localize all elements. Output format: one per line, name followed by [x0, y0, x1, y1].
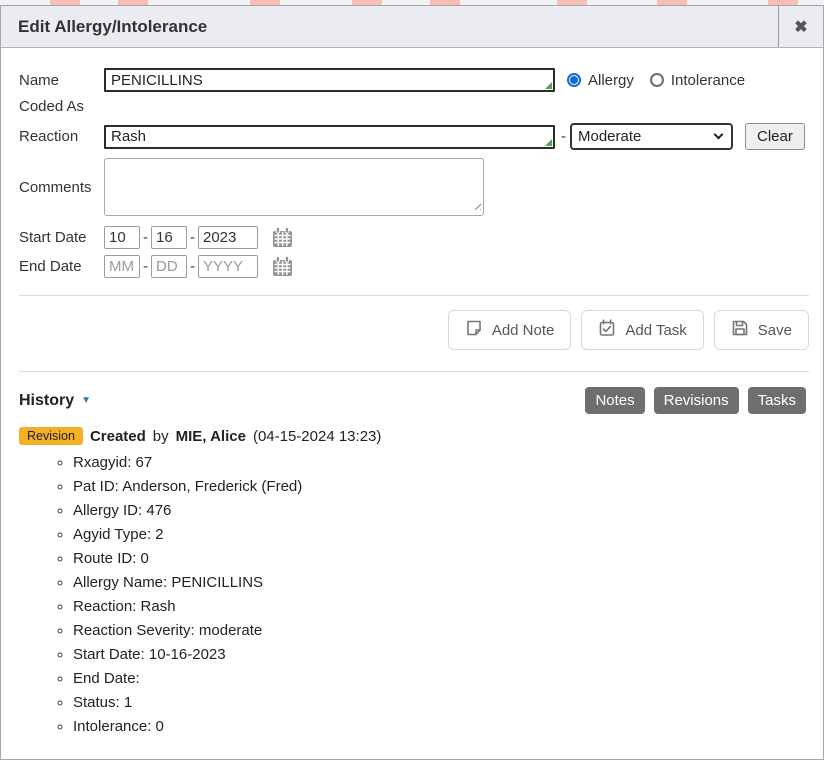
background-page-strip: [0, 0, 824, 5]
coded-as-row: Coded As: [19, 98, 809, 115]
history-divider: [19, 371, 809, 372]
entry-by-word: by: [153, 428, 169, 445]
reaction-row: Reaction - Moderate Clear: [19, 123, 809, 150]
edit-allergy-dialog: Edit Allergy/Intolerance ✖ Name Allergy …: [0, 5, 824, 760]
start-month-input[interactable]: [104, 226, 140, 249]
save-label: Save: [758, 322, 792, 339]
add-task-button[interactable]: Add Task: [581, 310, 703, 350]
notes-button[interactable]: Notes: [585, 387, 644, 414]
history-detail-list: Rxagyid: 67 Pat ID: Anderson, Frederick (…: [19, 454, 809, 735]
calendar-icon[interactable]: [271, 255, 294, 278]
coded-as-label: Coded As: [19, 98, 104, 115]
date-dash: -: [190, 229, 195, 246]
save-button[interactable]: Save: [714, 310, 809, 350]
name-input[interactable]: [104, 68, 555, 92]
name-label: Name: [19, 72, 104, 89]
dialog-header: Edit Allergy/Intolerance ✖: [1, 6, 823, 48]
end-date-label: End Date: [19, 258, 104, 275]
entry-author: MIE, Alice: [176, 428, 246, 445]
date-dash: -: [143, 229, 148, 246]
intolerance-radio[interactable]: Intolerance: [650, 72, 745, 89]
calendar-icon[interactable]: [271, 226, 294, 249]
history-heading: History: [19, 392, 74, 410]
history-detail-item: Status: 1: [73, 694, 809, 711]
start-day-input[interactable]: [151, 226, 187, 249]
history-header: History ▼ Notes Revisions Tasks: [19, 387, 809, 414]
action-button-row: Add Note Add Task: [19, 310, 809, 350]
close-button[interactable]: ✖: [778, 6, 823, 47]
add-note-button[interactable]: Add Note: [448, 310, 572, 350]
form-divider: [19, 295, 809, 296]
history-detail-item: Route ID: 0: [73, 550, 809, 567]
history-detail-item: Reaction: Rash: [73, 598, 809, 615]
comments-textarea[interactable]: [104, 158, 484, 216]
radio-selected-icon: [567, 73, 581, 87]
history-filter-buttons: Notes Revisions Tasks: [585, 387, 809, 414]
history-detail-item: Rxagyid: 67: [73, 454, 809, 471]
entry-timestamp: (04-15-2024 13:23): [253, 428, 381, 445]
severity-select[interactable]: Moderate: [570, 123, 733, 150]
task-calendar-icon: [598, 319, 616, 341]
end-year-input[interactable]: [198, 255, 258, 278]
history-detail-item: Start Date: 10-16-2023: [73, 646, 809, 663]
add-task-label: Add Task: [625, 322, 686, 339]
history-detail-item: Reaction Severity: moderate: [73, 622, 809, 639]
start-date-row: Start Date - -: [19, 226, 809, 249]
dialog-title: Edit Allergy/Intolerance: [1, 6, 778, 47]
reaction-label: Reaction: [19, 128, 104, 145]
history-detail-item: End Date:: [73, 670, 809, 687]
history-detail-item: Allergy Name: PENICILLINS: [73, 574, 809, 591]
dialog-body: Name Allergy Intolerance Coded As: [1, 48, 823, 759]
allergy-radio[interactable]: Allergy: [567, 72, 634, 89]
comments-row: Comments: [19, 158, 809, 216]
allergy-radio-label: Allergy: [588, 72, 634, 89]
history-entry-header: Revision Created by MIE, Alice (04-15-20…: [19, 427, 809, 445]
comments-label: Comments: [19, 179, 104, 196]
reaction-severity-dash: -: [561, 128, 566, 145]
caret-down-icon: ▼: [81, 396, 91, 406]
clear-button[interactable]: Clear: [745, 123, 805, 150]
history-toggle[interactable]: History ▼: [19, 392, 91, 410]
revisions-button[interactable]: Revisions: [654, 387, 739, 414]
history-detail-item: Allergy ID: 476: [73, 502, 809, 519]
revision-badge: Revision: [19, 427, 83, 445]
start-year-input[interactable]: [198, 226, 258, 249]
date-dash: -: [143, 258, 148, 275]
intolerance-radio-label: Intolerance: [671, 72, 745, 89]
type-radio-group: Allergy Intolerance: [567, 72, 745, 89]
history-detail-item: Agyid Type: 2: [73, 526, 809, 543]
end-date-row: End Date - -: [19, 255, 809, 278]
name-row: Name Allergy Intolerance: [19, 68, 809, 92]
reaction-input[interactable]: [104, 125, 555, 149]
radio-unselected-icon: [650, 73, 664, 87]
save-icon: [731, 319, 749, 341]
history-detail-item: Pat ID: Anderson, Frederick (Fred): [73, 478, 809, 495]
end-day-input[interactable]: [151, 255, 187, 278]
date-dash: -: [190, 258, 195, 275]
note-icon: [465, 319, 483, 341]
start-date-label: Start Date: [19, 229, 104, 246]
add-note-label: Add Note: [492, 322, 555, 339]
tasks-button[interactable]: Tasks: [748, 387, 806, 414]
close-icon: ✖: [794, 17, 807, 37]
end-month-input[interactable]: [104, 255, 140, 278]
history-detail-item: Intolerance: 0: [73, 718, 809, 735]
entry-action: Created: [90, 428, 146, 445]
